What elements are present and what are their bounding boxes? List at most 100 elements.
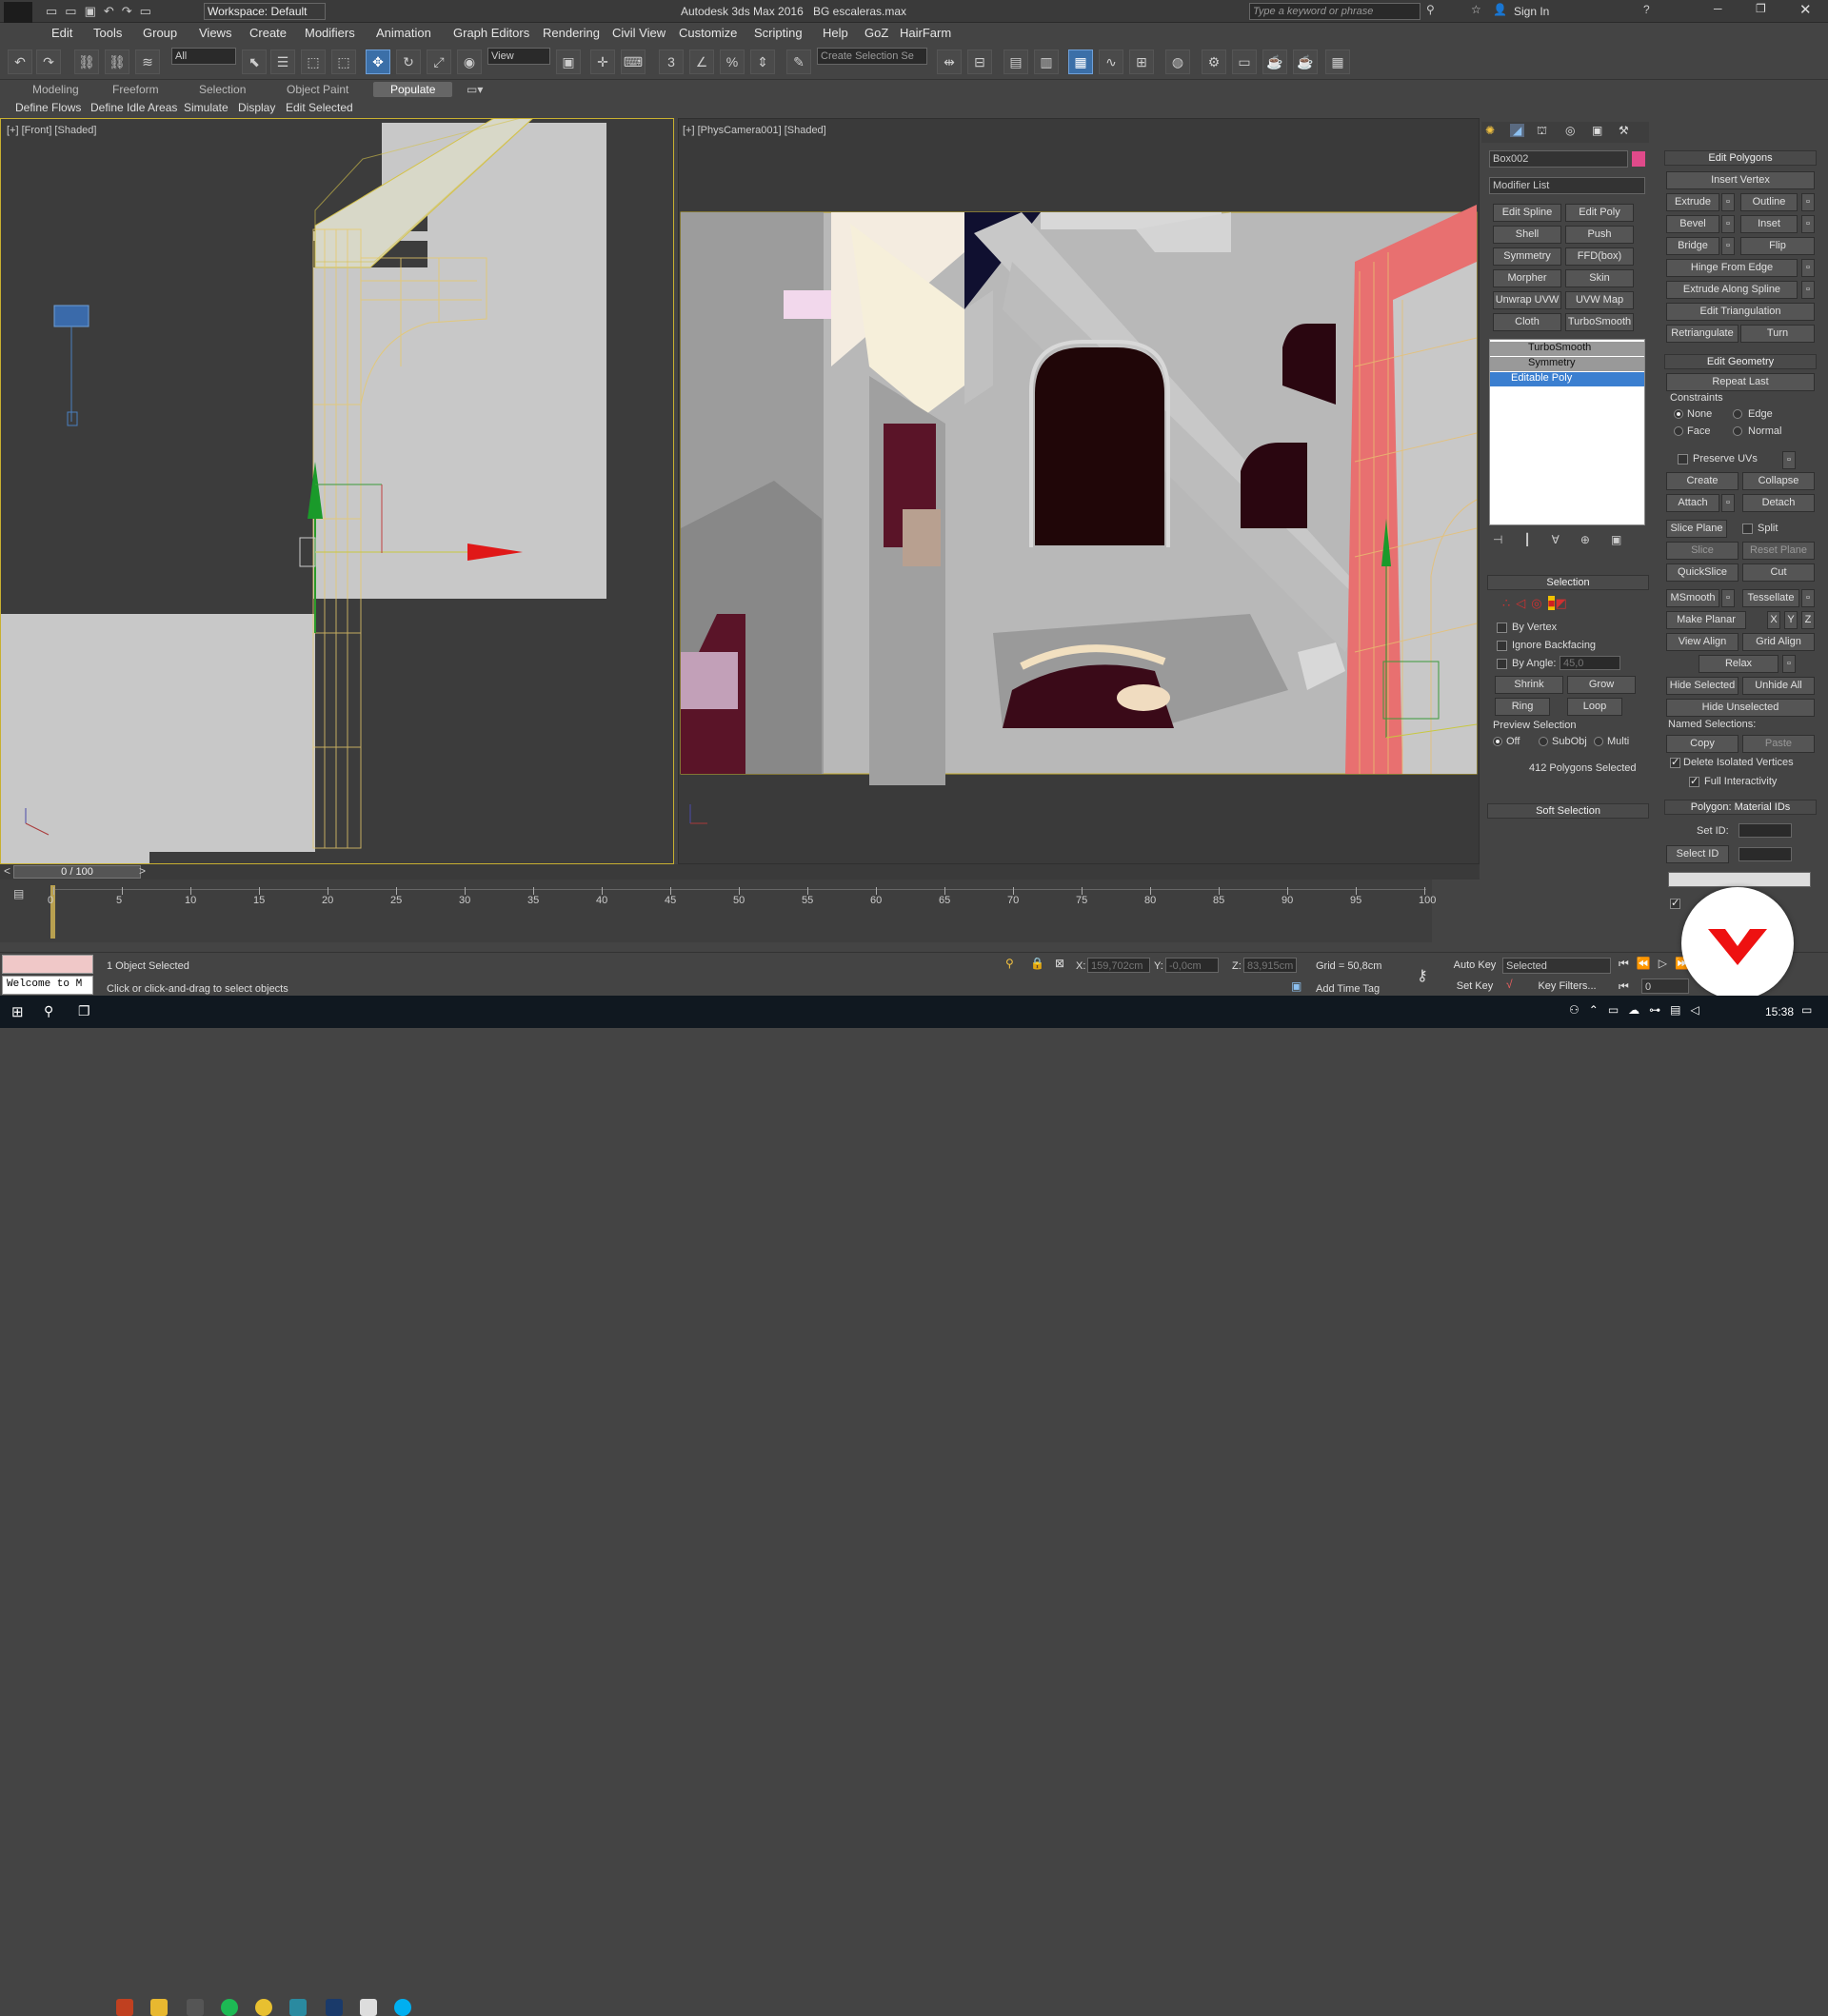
selection-rollout-header[interactable]: Selection (1487, 575, 1649, 590)
mod-push-button[interactable]: Push (1565, 226, 1634, 244)
outline-button[interactable]: Outline (1740, 193, 1798, 211)
restore-icon[interactable]: ❐ (1756, 2, 1766, 15)
extrude-button[interactable]: Extrude (1666, 193, 1719, 211)
constraint-face-radio[interactable] (1674, 426, 1683, 436)
pivot-center-icon[interactable]: ▣ (556, 49, 581, 74)
bevel-button[interactable]: Bevel (1666, 215, 1719, 233)
utilities-tab-icon[interactable]: ⚒ (1619, 124, 1629, 137)
skype-icon[interactable] (394, 1999, 411, 2016)
bevel-settings-button[interactable]: ▫ (1721, 215, 1735, 233)
rotate-icon[interactable]: ↻ (396, 49, 421, 74)
time-tag-icon[interactable]: ▣ (1291, 979, 1301, 993)
repeat-last-button[interactable]: Repeat Last (1666, 373, 1815, 391)
reference-coord-select[interactable]: View (487, 48, 550, 65)
menu-rendering[interactable]: Rendering (543, 26, 600, 40)
windows-start-icon[interactable]: ⊞ (11, 1003, 24, 1020)
subtab-define-flows[interactable]: Define Flows (15, 101, 81, 114)
subtab-display[interactable]: Display (238, 101, 275, 114)
mod-edit-poly-button[interactable]: Edit Poly (1565, 204, 1634, 222)
quick-access-icons[interactable]: ▭▭▣↶↷▭ (46, 4, 159, 19)
mod-symmetry-button[interactable]: Symmetry (1493, 247, 1561, 266)
subtab-simulate[interactable]: Simulate (184, 101, 228, 114)
hide-unselected-button[interactable]: Hide Unselected (1666, 699, 1815, 717)
attach-settings-button[interactable]: ▫ (1721, 494, 1735, 512)
reset-plane-button[interactable]: Reset Plane (1742, 542, 1815, 560)
tab-populate[interactable]: Populate (373, 82, 453, 97)
paste-button[interactable]: Paste (1742, 735, 1815, 753)
by-angle-checkbox[interactable] (1497, 659, 1507, 669)
mod-shell-button[interactable]: Shell (1493, 226, 1561, 244)
edit-geometry-rollout-header[interactable]: Edit Geometry (1664, 354, 1817, 369)
loop-button[interactable]: Loop (1567, 698, 1622, 716)
minimize-icon[interactable]: ─ (1714, 2, 1722, 15)
calculator-icon[interactable] (187, 1999, 204, 2016)
soft-selection-rollout-header[interactable]: Soft Selection (1487, 803, 1649, 819)
front-viewport[interactable]: [+] [Front] [Shaded] (0, 118, 674, 864)
menu-hairfarm[interactable]: HairFarm (900, 26, 951, 40)
tab-object-paint[interactable]: Object Paint (287, 83, 348, 96)
time-slider-thumb[interactable]: 0 / 100 (13, 865, 141, 879)
unhide-all-button[interactable]: Unhide All (1742, 677, 1815, 695)
retriangulate-button[interactable]: Retriangulate (1666, 325, 1739, 343)
add-time-tag[interactable]: Add Time Tag (1316, 983, 1380, 995)
spotify-icon[interactable] (221, 1999, 238, 2016)
menu-views[interactable]: Views (199, 26, 231, 40)
auto-key-button[interactable]: Auto Key (1451, 957, 1499, 975)
material-editor-icon[interactable]: ◍ (1165, 49, 1190, 74)
menu-group[interactable]: Group (143, 26, 177, 40)
edit-triangulation-button[interactable]: Edit Triangulation (1666, 303, 1815, 321)
mod-cloth-button[interactable]: Cloth (1493, 313, 1561, 331)
constraint-edge-radio[interactable] (1733, 409, 1742, 419)
photos-icon[interactable] (360, 1999, 377, 2016)
select-object-icon[interactable]: ⬉ (242, 49, 267, 74)
maxscript-mini-listener[interactable]: Welcome to M (2, 976, 93, 995)
subtab-edit-selected[interactable]: Edit Selected (286, 101, 353, 114)
key-filters-button[interactable]: Key Filters... (1527, 978, 1607, 996)
y-coord-field[interactable]: -0,0cm (1165, 958, 1219, 973)
key-mode-select[interactable]: Selected (1502, 958, 1611, 974)
display-tab-icon[interactable]: ▣ (1592, 124, 1602, 137)
create-button[interactable]: Create (1666, 472, 1739, 490)
time-next-icon[interactable]: > (139, 864, 146, 878)
set-key-button[interactable]: Set Key (1451, 978, 1499, 996)
mod-unwrap-uvw-button[interactable]: Unwrap UVW (1493, 291, 1561, 309)
planar-y-button[interactable]: Y (1784, 611, 1798, 629)
select-by-name-icon[interactable]: ☰ (270, 49, 295, 74)
modify-tab-icon[interactable]: ◢ (1510, 124, 1525, 137)
photoshop-icon[interactable] (326, 1999, 343, 2016)
preview-off-radio[interactable] (1493, 737, 1502, 746)
place-icon[interactable]: ◉ (457, 49, 482, 74)
graphite-icon[interactable]: ▦ (1068, 49, 1093, 74)
clear-selection-checkbox[interactable] (1670, 897, 1680, 909)
z-coord-field[interactable]: 83,915cm (1243, 958, 1297, 973)
grow-button[interactable]: Grow (1567, 676, 1636, 694)
relax-button[interactable]: Relax (1699, 655, 1778, 673)
subobject-level-icons[interactable]: ∴◁◎■◩ (1502, 596, 1617, 613)
star-icon[interactable]: ☆ (1471, 3, 1481, 16)
set-key-icon[interactable]: √ (1506, 978, 1513, 991)
stack-item-symmetry[interactable]: Symmetry (1490, 357, 1644, 371)
render-setup-icon[interactable]: ⚙ (1202, 49, 1226, 74)
chrome-icon[interactable] (255, 1999, 272, 2016)
select-manipulate-icon[interactable]: ✛ (590, 49, 615, 74)
subtab-define-idle-areas[interactable]: Define Idle Areas (90, 101, 177, 114)
bridge-settings-button[interactable]: ▫ (1721, 237, 1735, 255)
time-prev-icon[interactable]: < (4, 864, 10, 878)
go-to-start-icon[interactable]: ⏮ (1619, 979, 1629, 994)
camera-viewport[interactable]: [+] [PhysCamera001] [Shaded] (678, 118, 1480, 864)
mod-uvw-map-button[interactable]: UVW Map (1565, 291, 1634, 309)
toggle-ribbon-icon[interactable]: ▥ (1034, 49, 1059, 74)
rendered-frame-icon[interactable]: ▭ (1232, 49, 1257, 74)
move-icon[interactable]: ✥ (366, 49, 390, 74)
search-icon[interactable]: ⚲ (44, 1003, 53, 1019)
hide-selected-button[interactable]: Hide Selected (1666, 677, 1739, 695)
insert-vertex-button[interactable]: Insert Vertex (1666, 171, 1815, 189)
rect-selection-icon[interactable]: ⬚ (301, 49, 326, 74)
set-id-field[interactable] (1739, 823, 1792, 838)
spinner-snap-icon[interactable]: ⇕ (750, 49, 775, 74)
taskbar-app-icon[interactable] (116, 1999, 133, 2016)
track-bar[interactable]: ▤ (0, 880, 1432, 942)
inset-settings-button[interactable]: ▫ (1801, 215, 1815, 233)
edit-named-selection-icon[interactable]: ✎ (786, 49, 811, 74)
quickslice-button[interactable]: QuickSlice (1666, 563, 1739, 582)
